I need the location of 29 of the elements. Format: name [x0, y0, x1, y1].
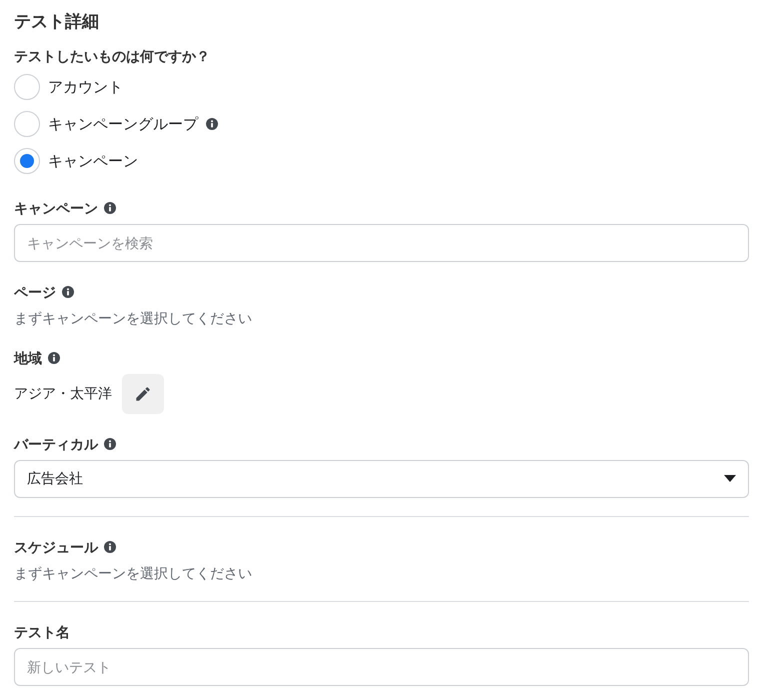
info-icon[interactable] [104, 202, 116, 214]
input-field[interactable]: 新しいテスト [14, 648, 749, 686]
radio-label[interactable]: キャンペーングループ [48, 114, 198, 134]
field-label: スケジュール [14, 538, 98, 557]
section-title: テスト詳細 [14, 11, 100, 33]
info-icon[interactable] [48, 352, 60, 364]
question-label: テストしたいものは何ですか？ [14, 47, 211, 66]
radio-label[interactable]: キャンペーン [48, 152, 138, 170]
radio-button[interactable] [14, 74, 40, 100]
search-field[interactable]: キャンペーンを検索 [14, 224, 749, 262]
value-text: アジア・太平洋 [14, 385, 112, 403]
radio-button[interactable] [14, 148, 40, 174]
hint-text: まずキャンペーンを選択してください [14, 309, 253, 328]
edit-button[interactable] [122, 374, 164, 414]
field-label: バーティカル [14, 435, 98, 454]
caret-icon [724, 475, 736, 483]
dropdown[interactable]: 広告会社 [14, 460, 749, 498]
info-icon[interactable] [104, 438, 116, 450]
info-icon[interactable] [62, 286, 74, 298]
field-label: ページ [14, 283, 56, 302]
info-icon[interactable] [104, 541, 116, 553]
field-label: キャンペーン [14, 199, 98, 218]
hint-text: まずキャンペーンを選択してください [14, 564, 253, 583]
field-label: テスト名 [14, 623, 70, 642]
radio-button[interactable] [14, 111, 40, 137]
info-icon[interactable] [206, 118, 218, 130]
field-label: 地域 [14, 349, 42, 368]
pencil-icon [134, 385, 152, 403]
radio-label[interactable]: アカウント [48, 78, 123, 96]
